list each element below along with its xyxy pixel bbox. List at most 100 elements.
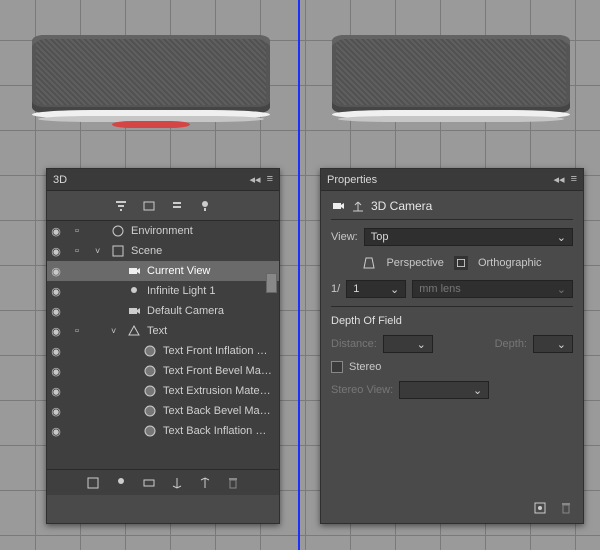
light-icon[interactable]	[198, 199, 212, 213]
tree-row-text[interactable]: ◉ ▫ ˅ Text	[47, 321, 279, 341]
tree-row-environment[interactable]: ◉ ▫ Environment	[47, 221, 279, 241]
fov-prefix: 1/	[331, 283, 340, 295]
collapse-icon[interactable]: ◂◂	[554, 173, 565, 186]
distance-label: Distance:	[331, 338, 377, 350]
menu-icon[interactable]: ≡	[267, 173, 273, 186]
list-icon[interactable]	[170, 199, 184, 213]
visibility-icon[interactable]: ◉	[47, 385, 65, 398]
visibility-icon[interactable]: ◉	[47, 245, 65, 258]
stereo-label: Stereo	[349, 361, 381, 373]
tree-row-material[interactable]: ◉ Text Extrusion Material	[47, 381, 279, 401]
collapse-icon[interactable]: ◂◂	[250, 173, 261, 186]
new-layer-icon[interactable]	[142, 476, 156, 490]
scene-icon	[111, 244, 125, 258]
perspective-label: Perspective	[386, 257, 443, 269]
environment-icon	[111, 224, 125, 238]
delete-icon[interactable]	[559, 501, 573, 515]
camera-icon	[127, 304, 141, 318]
visibility-icon[interactable]: ◉	[47, 425, 65, 438]
stereo-checkbox[interactable]	[331, 361, 343, 373]
panel-properties: Properties ◂◂ ≡ 3D Camera View: Top ⌄ Pe…	[320, 168, 584, 524]
stereo-view-label: Stereo View:	[331, 384, 393, 396]
camera-icon	[331, 199, 345, 213]
tree-label: Default Camera	[147, 305, 273, 317]
delete-icon[interactable]	[226, 476, 240, 490]
depth-label: Depth:	[495, 338, 527, 350]
tree-label: Text	[147, 325, 273, 337]
viewport-divider[interactable]	[298, 0, 300, 550]
view-select[interactable]: Top ⌄	[364, 228, 573, 246]
perspective-icon[interactable]	[362, 256, 376, 270]
visibility-icon[interactable]: ◉	[47, 225, 65, 238]
mesh-icon	[127, 324, 141, 338]
tree-label: Text Front Bevel Material	[163, 365, 273, 377]
material-icon	[143, 344, 157, 358]
tree-row-material[interactable]: ◉ Text Back Bevel Material	[47, 401, 279, 421]
visibility-icon[interactable]: ◉	[47, 345, 65, 358]
fov-value-select[interactable]: 1 ⌄	[346, 280, 406, 298]
panel-3d: 3D ◂◂ ≡ ◉ ▫ Environment ◉ ▫ ˅ Scene	[46, 168, 280, 524]
material-icon	[143, 404, 157, 418]
render-icon[interactable]	[533, 501, 547, 515]
coords-icon[interactable]	[351, 199, 365, 213]
filter-icon[interactable]	[114, 199, 128, 213]
layers-icon[interactable]	[142, 199, 156, 213]
lock-icon[interactable]: ▫	[71, 225, 83, 237]
tree-label: Current View	[147, 265, 273, 277]
view-value: Top	[371, 231, 389, 243]
light-icon	[127, 284, 141, 298]
visibility-icon[interactable]: ◉	[47, 365, 65, 378]
fov-unit: mm lens	[419, 283, 461, 295]
properties-heading-label: 3D Camera	[371, 199, 432, 213]
panel-properties-header[interactable]: Properties ◂◂ ≡	[321, 169, 583, 191]
visibility-icon[interactable]: ◉	[47, 405, 65, 418]
visibility-icon[interactable]: ◉	[47, 285, 65, 298]
tree-label: Text Front Inflation Material	[163, 345, 273, 357]
tree-row-material[interactable]: ◉ Text Front Inflation Material	[47, 341, 279, 361]
panel-3d-title: 3D	[53, 174, 250, 186]
scrollbar-thumb[interactable]	[266, 273, 277, 293]
tree-row-default-camera[interactable]: ◉ Default Camera	[47, 301, 279, 321]
tree-row-infinite-light[interactable]: ◉ Infinite Light 1	[47, 281, 279, 301]
panel-3d-footer	[47, 469, 279, 495]
lock-icon[interactable]: ▫	[71, 325, 83, 337]
chevron-down-icon: ⌄	[557, 231, 566, 244]
tree-row-material[interactable]: ◉ Text Back Inflation Material	[47, 421, 279, 441]
visibility-icon[interactable]: ◉	[47, 265, 65, 278]
caret-icon[interactable]: ˅	[111, 326, 121, 336]
tree-label: Text Back Bevel Material	[163, 405, 273, 417]
chevron-down-icon: ⌄	[390, 283, 399, 296]
visibility-icon[interactable]: ◉	[47, 305, 65, 318]
stereo-view-select: ⌄	[399, 381, 489, 399]
tree-label: Scene	[131, 245, 273, 257]
panel-properties-title: Properties	[327, 174, 554, 186]
tree-label: Text Extrusion Material	[163, 385, 273, 397]
tree-label: Environment	[131, 225, 273, 237]
3d-object-right[interactable]	[332, 35, 570, 113]
tool-icon[interactable]	[170, 476, 184, 490]
orthographic-label: Orthographic	[478, 257, 542, 269]
fov-value: 1	[353, 283, 359, 295]
tree-row-current-view[interactable]: ◉ Current View	[47, 261, 279, 281]
caret-icon[interactable]: ˅	[95, 246, 105, 256]
distance-select: ⌄	[383, 335, 433, 353]
new-texture-icon[interactable]	[86, 476, 100, 490]
visibility-icon[interactable]: ◉	[47, 325, 65, 338]
tool-icon[interactable]	[198, 476, 212, 490]
tree-row-material[interactable]: ◉ Text Front Bevel Material	[47, 361, 279, 381]
material-icon	[143, 424, 157, 438]
panel-3d-header[interactable]: 3D ◂◂ ≡	[47, 169, 279, 191]
view-label: View:	[331, 231, 358, 243]
fov-unit-select: mm lens ⌄	[412, 280, 573, 298]
3d-object-left[interactable]	[32, 35, 270, 113]
lock-icon[interactable]: ▫	[71, 245, 83, 257]
dof-title: Depth Of Field	[331, 315, 573, 327]
new-light-icon[interactable]	[114, 476, 128, 490]
tree-label: Text Back Inflation Material	[163, 425, 273, 437]
menu-icon[interactable]: ≡	[571, 173, 577, 186]
tree-row-scene[interactable]: ◉ ▫ ˅ Scene	[47, 241, 279, 261]
material-icon	[143, 364, 157, 378]
orthographic-icon[interactable]	[454, 256, 468, 270]
properties-heading: 3D Camera	[331, 199, 573, 220]
camera-icon	[127, 264, 141, 278]
